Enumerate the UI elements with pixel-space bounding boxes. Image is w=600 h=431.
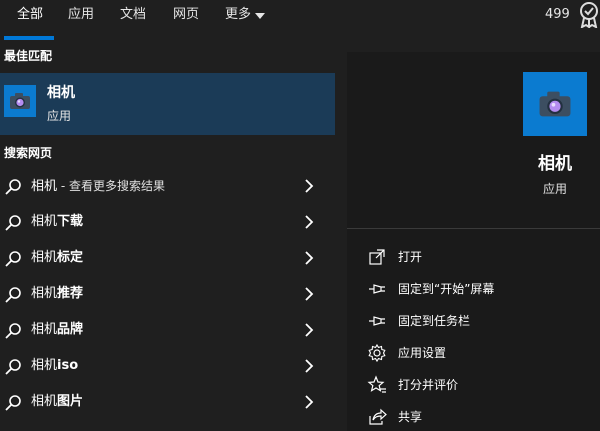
open-icon — [369, 249, 385, 265]
rate-and-review-label: 打分并评价 — [398, 378, 459, 392]
search-tab-bar: 全部 应用 文档 网页 更多 499 — [0, 0, 600, 40]
share-button[interactable]: 共享 — [367, 402, 600, 431]
chevron-right-icon — [305, 179, 314, 193]
camera-icon — [523, 72, 587, 136]
web-result-label: 相机 - 查看更多搜索结果 — [31, 179, 165, 194]
chevron-right-icon — [305, 287, 314, 301]
best-match-subtitle: 应用 — [47, 109, 72, 123]
pin-to-start-label: 固定到“开始”屏幕 — [398, 282, 495, 296]
share-label: 共享 — [398, 410, 423, 424]
web-result-item[interactable]: 相机标定 — [0, 240, 335, 276]
web-result-item[interactable]: 相机下载 — [0, 204, 335, 240]
tab-more-label: 更多 — [225, 7, 252, 22]
app-preview-pane: 相机 应用 打开 固定到“开始”屏幕 固定到任务栏 应用设置 打分并评价 共享 — [347, 52, 600, 431]
star-rate-icon — [367, 375, 386, 393]
open-button[interactable]: 打开 — [367, 242, 600, 272]
camera-icon — [4, 85, 36, 117]
chevron-right-icon — [305, 215, 314, 229]
preview-app-subtitle: 应用 — [542, 182, 567, 196]
chevron-down-icon — [255, 13, 266, 19]
chevron-right-icon — [305, 395, 314, 409]
best-match-title: 相机 — [47, 85, 75, 101]
chevron-right-icon — [305, 251, 314, 265]
rewards-points: 499 — [545, 7, 570, 22]
search-icon — [5, 323, 21, 339]
search-icon — [5, 215, 21, 231]
chevron-right-icon — [305, 323, 314, 337]
gear-icon — [368, 343, 386, 363]
chevron-right-icon — [305, 359, 314, 373]
web-result-label: 相机iso — [31, 358, 79, 373]
tab-apps[interactable]: 应用 — [68, 5, 94, 25]
pin-to-taskbar-button[interactable]: 固定到任务栏 — [367, 306, 600, 336]
web-result-item[interactable]: 相机品牌 — [0, 312, 335, 348]
best-match-header: 最佳匹配 — [4, 49, 53, 63]
app-settings-label: 应用设置 — [398, 346, 447, 360]
search-icon — [5, 179, 21, 195]
web-result-label: 相机品牌 — [31, 322, 84, 337]
web-result-item[interactable]: 相机iso — [0, 348, 335, 384]
web-result-item[interactable]: 相机图片 — [0, 384, 335, 420]
divider — [347, 228, 600, 229]
preview-app-title: 相机 — [538, 154, 572, 174]
web-result-label: 相机图片 — [31, 394, 84, 409]
web-result-label: 相机下载 — [31, 214, 84, 229]
web-result-item[interactable]: 相机 - 查看更多搜索结果 — [0, 168, 335, 204]
pin-icon — [369, 316, 385, 326]
tab-more[interactable]: 更多 — [225, 5, 266, 25]
pin-icon — [369, 284, 385, 294]
search-icon — [5, 395, 21, 411]
tab-web[interactable]: 网页 — [173, 5, 199, 25]
rate-and-review-button[interactable]: 打分并评价 — [367, 370, 600, 400]
results-list: 最佳匹配 相机 应用 搜索网页 相机 - 查看更多搜索结果 相机下载 相机标定 — [0, 40, 335, 431]
pin-to-taskbar-label: 固定到任务栏 — [398, 314, 471, 328]
pin-to-start-button[interactable]: 固定到“开始”屏幕 — [367, 274, 600, 304]
trophy-icon[interactable] — [578, 2, 600, 29]
web-result-item[interactable]: 相机推荐 — [0, 276, 335, 312]
search-icon — [5, 251, 21, 267]
web-result-label: 相机标定 — [31, 250, 84, 265]
tab-all[interactable]: 全部 — [17, 5, 43, 25]
web-result-label: 相机推荐 — [31, 286, 84, 301]
web-search-header: 搜索网页 — [4, 146, 53, 160]
open-label: 打开 — [398, 250, 423, 264]
tab-documents[interactable]: 文档 — [120, 5, 146, 25]
app-settings-button[interactable]: 应用设置 — [367, 338, 600, 368]
search-icon — [5, 287, 21, 303]
search-icon — [5, 359, 21, 375]
share-icon — [369, 408, 387, 425]
best-match-result[interactable]: 相机 应用 — [0, 73, 335, 135]
